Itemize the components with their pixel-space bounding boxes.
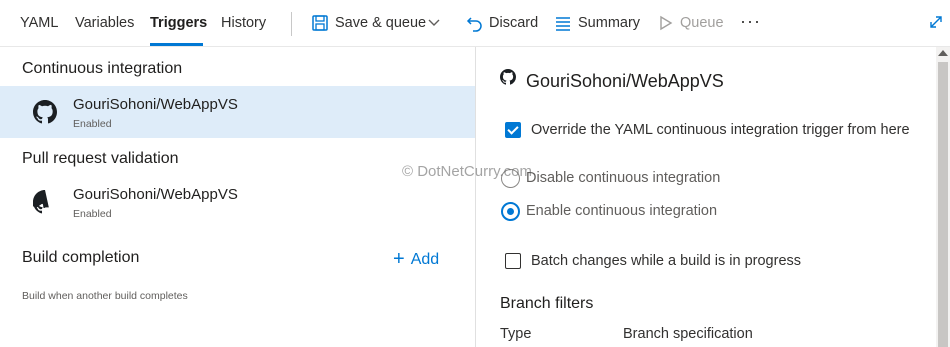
add-label: Add [410, 251, 440, 268]
toolbar: YAML Variables Triggers History Save & q… [0, 0, 950, 47]
pr-section-title: Pull request validation [22, 150, 179, 167]
ci-repo-name: GouriSohoni/WebAppVS [73, 96, 238, 113]
watermark: © DotNetCurry.com [402, 163, 532, 180]
summary-button[interactable]: Summary [578, 15, 640, 31]
scroll-up-icon[interactable] [938, 50, 948, 56]
tab-variables[interactable]: Variables [75, 15, 134, 31]
pr-repo-name: GouriSohoni/WebAppVS [73, 186, 238, 203]
build-completion-title: Build completion [22, 249, 140, 266]
override-yaml-checkbox[interactable] [505, 122, 521, 138]
undo-icon[interactable] [466, 14, 484, 32]
save-icon[interactable] [311, 14, 329, 32]
tab-triggers[interactable]: Triggers [150, 15, 207, 31]
plus-icon: + [393, 248, 405, 270]
active-tab-indicator [150, 43, 203, 46]
disable-ci-label: Disable continuous integration [526, 170, 721, 186]
tab-history[interactable]: History [221, 15, 266, 31]
radio-selected-dot [507, 208, 514, 215]
enable-ci-radio[interactable] [501, 202, 520, 221]
pr-repo-row[interactable]: GouriSohoni/WebAppVS Enabled [0, 176, 475, 228]
toolbar-separator [291, 12, 292, 36]
expand-icon[interactable] [928, 14, 944, 30]
batch-changes-checkbox[interactable] [505, 253, 521, 269]
branch-spec-column-header: Branch specification [623, 326, 753, 342]
list-icon[interactable] [554, 14, 572, 32]
checkmark-icon [507, 123, 519, 135]
github-icon [500, 69, 516, 85]
details-repo-title: GouriSohoni/WebAppVS [526, 71, 724, 91]
scrollbar-thumb[interactable] [938, 62, 948, 347]
override-yaml-label: Override the YAML continuous integration… [531, 122, 910, 138]
batch-changes-label: Batch changes while a build is in progre… [531, 253, 802, 269]
github-icon [33, 190, 49, 214]
add-build-trigger-button[interactable]: + Add [393, 247, 439, 270]
type-column-header: Type [500, 326, 532, 342]
more-icon[interactable]: ··· [740, 11, 761, 32]
save-queue-button[interactable]: Save & queue [335, 15, 426, 31]
build-completion-subtitle: Build when another build completes [22, 290, 188, 302]
play-icon [660, 15, 673, 31]
ci-section-title: Continuous integration [22, 60, 183, 77]
pr-repo-status: Enabled [73, 208, 112, 220]
enable-ci-label: Enable continuous integration [526, 203, 718, 219]
ci-repo-status: Enabled [73, 118, 112, 130]
queue-button: Queue [680, 15, 724, 31]
chevron-down-icon[interactable] [427, 16, 441, 30]
tab-yaml[interactable]: YAML [20, 15, 58, 31]
ci-repo-row[interactable]: GouriSohoni/WebAppVS Enabled [0, 86, 475, 138]
branch-filters-title: Branch filters [500, 295, 594, 312]
discard-button[interactable]: Discard [489, 15, 538, 31]
github-icon [33, 100, 57, 124]
